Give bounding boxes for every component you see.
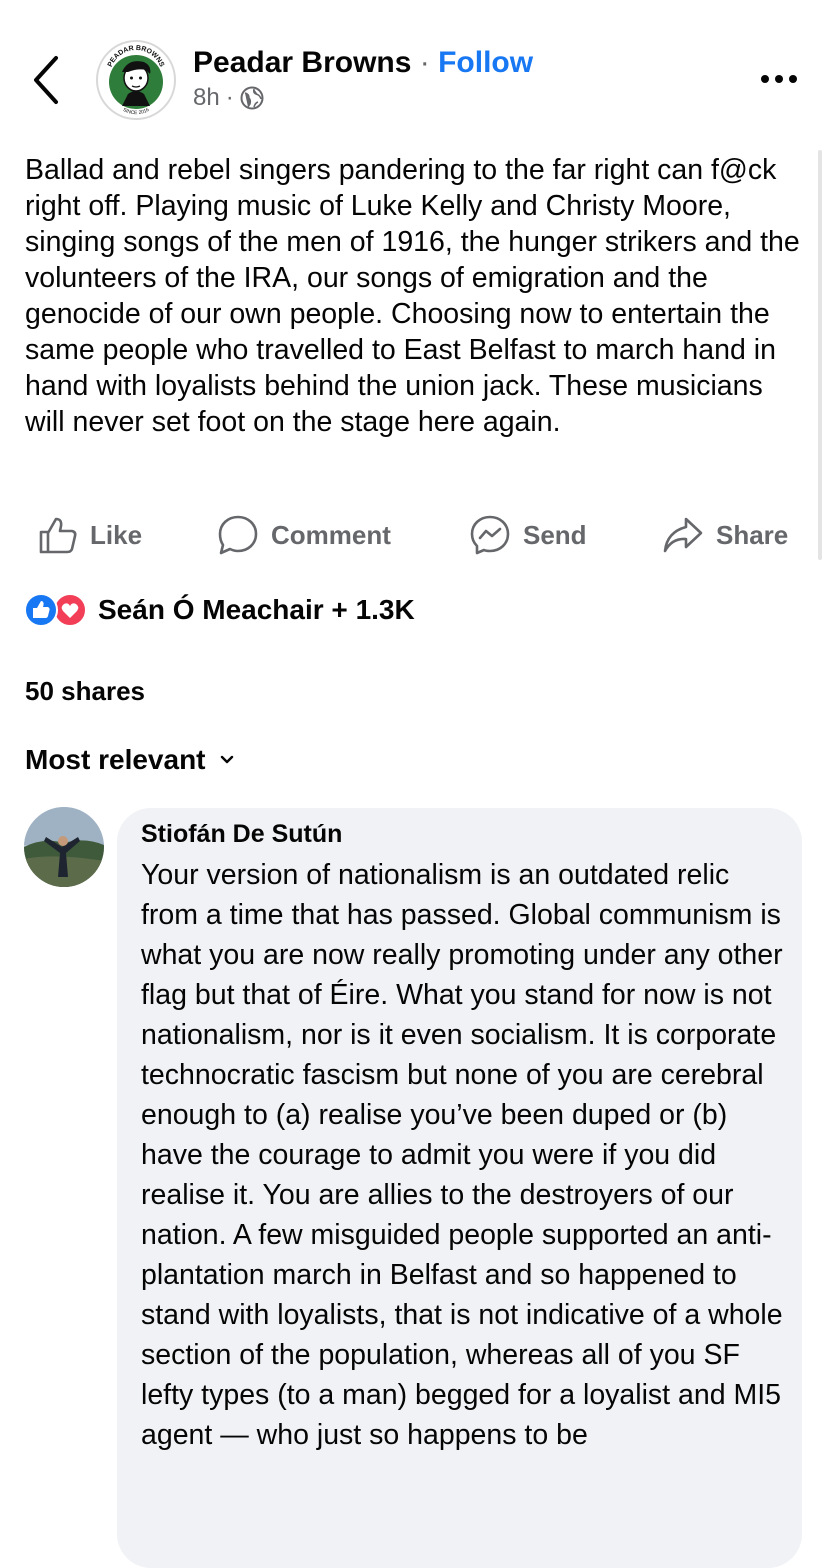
page-avatar[interactable]: PEADAR BROWNS SINCE 2016 <box>96 40 176 120</box>
page-logo: PEADAR BROWNS SINCE 2016 <box>99 43 173 117</box>
sort-label: Most relevant <box>25 744 206 775</box>
reaction-icons <box>24 593 87 627</box>
send-label: Send <box>523 519 587 550</box>
thumbs-up-icon <box>39 517 77 554</box>
more-dots-icon <box>761 75 797 83</box>
share-count[interactable]: 50 shares <box>25 676 145 707</box>
like-button[interactable]: Like <box>38 505 142 565</box>
comment-bubble-icon <box>218 515 258 555</box>
scrollbar[interactable] <box>818 150 822 560</box>
comment-text: Your version of nationalism is an outdat… <box>141 859 783 1451</box>
reactions-summary[interactable]: Seán Ó Meachair + 1.3K <box>24 592 415 628</box>
send-button[interactable]: Send <box>469 505 587 565</box>
page-title-row: Peadar Browns · Follow <box>193 44 533 82</box>
messenger-icon <box>470 515 510 555</box>
post-time[interactable]: 8h <box>193 84 220 112</box>
share-arrow-icon <box>663 517 703 553</box>
comment-label: Comment <box>271 519 391 550</box>
like-label: Like <box>90 519 143 550</box>
follow-button[interactable]: Follow <box>438 46 533 79</box>
comment-button[interactable]: Comment <box>217 505 391 565</box>
comment-sort-dropdown[interactable]: Most relevant <box>25 744 234 776</box>
more-options-button[interactable] <box>758 62 802 92</box>
post-meta: 8h · <box>193 84 264 112</box>
back-chevron-icon <box>34 56 58 104</box>
back-button[interactable] <box>28 52 68 108</box>
meta-separator: · <box>225 84 234 111</box>
page-name[interactable]: Peadar Browns <box>193 46 411 79</box>
name-separator: · <box>419 46 430 79</box>
post-action-bar: Like Comment Send Share <box>0 505 828 565</box>
globe-icon <box>240 86 264 110</box>
share-button[interactable]: Share <box>662 505 788 565</box>
reaction-summary-text: Seán Ó Meachair + 1.3K <box>98 594 415 625</box>
avatar-photo <box>24 807 104 887</box>
comment-author[interactable]: Stiofán De Sutún <box>141 820 342 849</box>
commenter-avatar[interactable] <box>24 807 104 887</box>
post-body: Ballad and rebel singers pandering to th… <box>25 154 800 438</box>
share-label: Share <box>716 519 789 550</box>
chevron-down-icon <box>220 755 233 764</box>
